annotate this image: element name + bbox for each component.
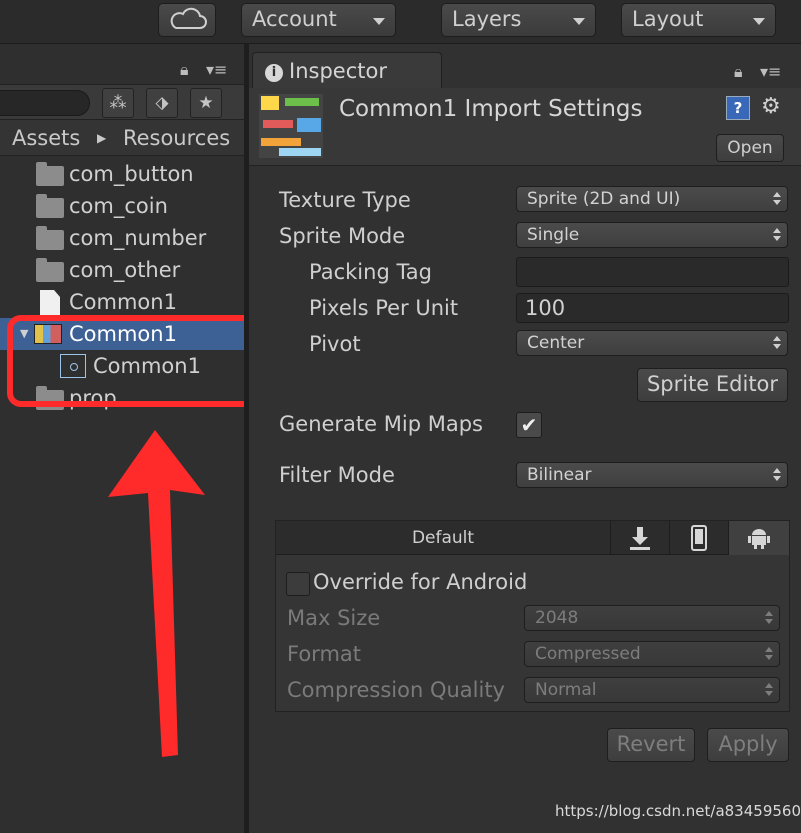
filter-mode-label: Filter Mode: [279, 463, 395, 487]
lock-icon[interactable]: 🔒︎: [734, 62, 743, 82]
breadcrumb-resources[interactable]: Resources: [123, 126, 230, 150]
generate-mip-maps-label: Generate Mip Maps: [279, 412, 483, 436]
list-item-com-other[interactable]: com_other: [0, 254, 244, 286]
tab-default[interactable]: Default: [276, 521, 610, 555]
layout-label: Layout: [632, 7, 704, 31]
compression-quality-value: Normal: [535, 680, 597, 700]
max-size-value: 2048: [535, 608, 579, 628]
account-dropdown[interactable]: Account: [241, 3, 396, 37]
breadcrumb-separator-icon: ▶: [97, 131, 107, 145]
compression-quality-dropdown[interactable]: Normal: [524, 677, 780, 703]
breadcrumb: Assets ▶ Resources: [0, 120, 244, 156]
list-item-common1-file[interactable]: Common1: [0, 286, 244, 318]
list-item-com-button[interactable]: com_button: [0, 158, 244, 190]
revert-button[interactable]: Revert: [607, 728, 695, 762]
mobile-phone-icon: [691, 525, 707, 551]
sprite-mode-value: Single: [527, 225, 580, 245]
pixels-per-unit-field[interactable]: 100: [516, 293, 789, 323]
list-item-label: com_coin: [69, 194, 168, 218]
cloud-button[interactable]: [158, 3, 216, 37]
red-highlight-box: [7, 315, 259, 407]
list-item-label: com_number: [69, 226, 207, 250]
compression-quality-label: Compression Quality: [287, 678, 505, 702]
generate-mip-maps-checkbox[interactable]: ✔: [516, 412, 542, 438]
texture-type-value: Sprite (2D and UI): [527, 189, 681, 209]
packing-tag-field[interactable]: [516, 257, 789, 287]
texture-type-label: Texture Type: [279, 188, 411, 212]
help-icon[interactable]: ?: [726, 96, 750, 120]
apply-button[interactable]: Apply: [707, 728, 789, 762]
packing-tag-label: Packing Tag: [309, 260, 432, 284]
tab-ios[interactable]: [669, 521, 728, 555]
format-dropdown[interactable]: Compressed: [524, 641, 780, 667]
list-item-com-number[interactable]: com_number: [0, 222, 244, 254]
chevron-down-icon: [373, 18, 385, 25]
gear-icon[interactable]: ⚙: [761, 94, 781, 119]
android-icon: [748, 529, 770, 549]
account-label: Account: [252, 7, 337, 31]
tab-standalone[interactable]: [610, 521, 669, 555]
chevron-down-icon: [573, 18, 585, 25]
pane-menu-icon[interactable]: ▾≡: [206, 60, 227, 79]
open-button[interactable]: Open: [716, 134, 784, 162]
filter-mode-dropdown[interactable]: Bilinear: [516, 462, 788, 488]
sprite-editor-button[interactable]: Sprite Editor: [637, 368, 788, 402]
page-title: Common1 Import Settings: [339, 96, 643, 122]
filter-mode-value: Bilinear: [527, 465, 592, 485]
list-item-label: com_other: [69, 258, 181, 282]
favorites-star-icon[interactable]: ★: [190, 88, 222, 118]
override-android-label: Override for Android: [313, 570, 528, 594]
sprite-mode-dropdown[interactable]: Single: [516, 222, 788, 248]
chevron-down-icon: [753, 18, 765, 25]
override-android-checkbox[interactable]: [286, 572, 310, 596]
max-size-dropdown[interactable]: 2048: [524, 605, 780, 631]
folder-icon: [36, 162, 64, 186]
file-icon: [40, 290, 60, 315]
tab-android[interactable]: [728, 521, 789, 555]
layers-dropdown[interactable]: Layers: [441, 3, 596, 37]
layers-label: Layers: [452, 7, 522, 31]
tab-inspector[interactable]: i Inspector: [252, 52, 442, 88]
search-input[interactable]: [0, 90, 90, 116]
format-value: Compressed: [535, 644, 641, 664]
filter-by-type-icon[interactable]: ⁂: [102, 88, 134, 118]
breadcrumb-assets[interactable]: Assets: [12, 126, 80, 150]
lock-icon[interactable]: 🔒︎: [180, 60, 189, 80]
format-label: Format: [287, 642, 362, 666]
pivot-dropdown[interactable]: Center: [516, 330, 788, 356]
tab-inspector-label: Inspector: [289, 59, 387, 83]
list-item-com-coin[interactable]: com_coin: [0, 190, 244, 222]
info-icon: i: [265, 64, 283, 82]
texture-type-dropdown[interactable]: Sprite (2D and UI): [516, 186, 788, 212]
folder-icon: [36, 258, 64, 282]
filter-by-label-icon[interactable]: ⬗: [146, 88, 178, 118]
pivot-label: Pivot: [309, 332, 361, 356]
watermark-text: https://blog.csdn.net/a834595603: [555, 802, 801, 820]
cloud-icon: [170, 7, 207, 29]
platform-tab-bar: Default: [276, 521, 789, 555]
max-size-label: Max Size: [287, 606, 381, 630]
folder-icon: [36, 194, 64, 218]
download-icon: [630, 527, 650, 550]
folder-icon: [36, 226, 64, 250]
sprite-mode-label: Sprite Mode: [279, 224, 406, 248]
pixels-per-unit-label: Pixels Per Unit: [309, 296, 459, 320]
pane-menu-icon[interactable]: ▾≡: [760, 62, 781, 81]
pivot-value: Center: [527, 333, 585, 353]
texture-thumbnail: [259, 94, 323, 158]
red-arrow-annotation: [108, 430, 205, 757]
list-item-label: com_button: [69, 162, 194, 186]
layout-dropdown[interactable]: Layout: [621, 3, 776, 37]
list-item-label: Common1: [69, 290, 177, 314]
